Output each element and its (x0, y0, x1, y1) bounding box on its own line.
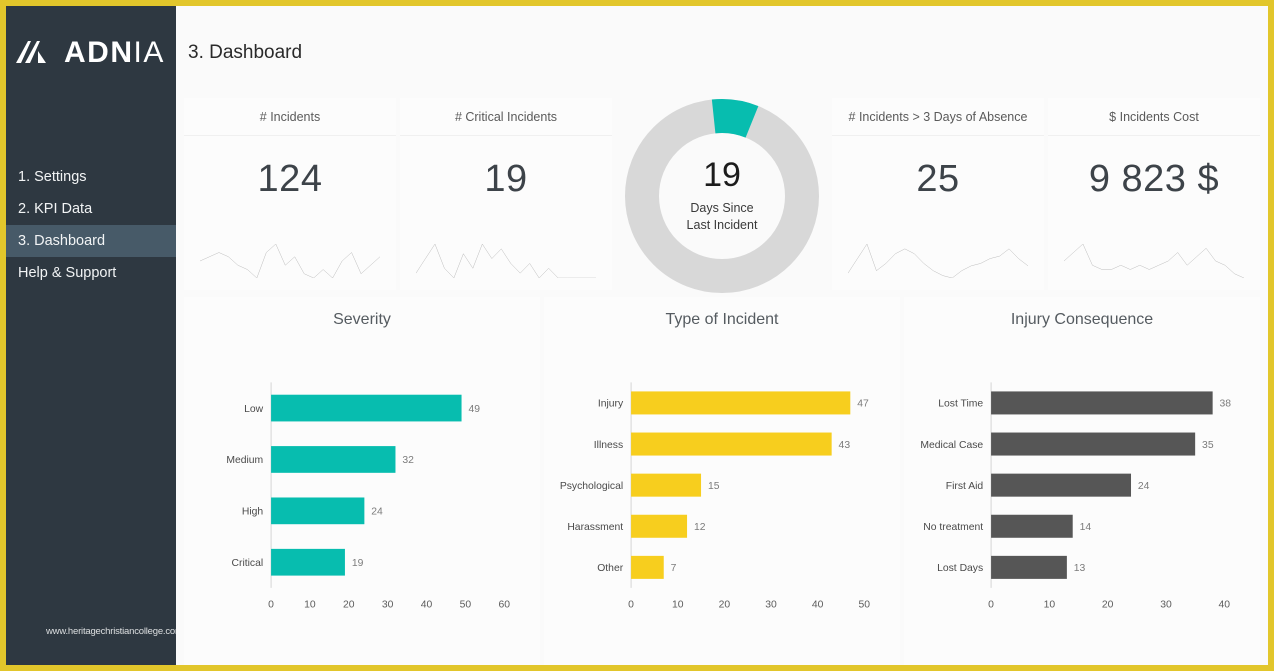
kpi-title: # Incidents (184, 98, 396, 136)
svg-text:10: 10 (1044, 600, 1056, 611)
sidebar: ADNIA 1. Settings 2. KPI Data 3. Dashboa… (6, 6, 176, 665)
chart-card-severity: Severity Low 49 Medium 32 High 24 Critical 19 0 1… (184, 297, 540, 665)
svg-text:0: 0 (988, 600, 994, 611)
kpi-value: 25 (832, 136, 1044, 201)
svg-text:35: 35 (1202, 440, 1214, 451)
svg-text:30: 30 (1160, 600, 1172, 611)
svg-text:Other: Other (597, 563, 623, 574)
svg-text:43: 43 (839, 440, 851, 451)
svg-text:30: 30 (765, 600, 777, 611)
kpi-sparkline (400, 244, 612, 290)
svg-text:40: 40 (1219, 600, 1231, 611)
kpi-title: $ Incidents Cost (1048, 98, 1260, 136)
brand-logo: ADNIA (6, 6, 176, 76)
kpi-sparkline (832, 244, 1044, 290)
svg-text:Injury: Injury (598, 399, 624, 410)
svg-text:Illness: Illness (594, 440, 623, 451)
svg-text:7: 7 (671, 563, 677, 574)
kpi-row: # Incidents 124 # Critical Incidents 19 … (176, 98, 1268, 290)
svg-text:20: 20 (719, 600, 731, 611)
chart-card-type-of-incident: Type of Incident Injury 47 Illness 43 Psycho… (544, 297, 900, 665)
svg-text:19: 19 (352, 558, 364, 569)
kpi-card-incidents-cost: $ Incidents Cost 9 823 $ (1048, 98, 1260, 290)
svg-text:Psychological: Psychological (560, 481, 623, 492)
svg-text:Critical: Critical (232, 558, 264, 569)
kpi-value: 124 (184, 136, 396, 201)
chart-title: Type of Incident (554, 311, 890, 329)
sidebar-nav: 1. Settings 2. KPI Data 3. Dashboard Hel… (6, 161, 176, 289)
svg-text:20: 20 (343, 600, 355, 611)
kpi-title: # Incidents > 3 Days of Absence (832, 98, 1044, 136)
svg-text:38: 38 (1220, 399, 1232, 410)
svg-text:Medical Case: Medical Case (920, 440, 983, 451)
chart-title: Injury Consequence (914, 311, 1250, 329)
svg-text:24: 24 (1138, 481, 1150, 492)
brand-name: ADNIA (64, 38, 165, 68)
kpi-card-critical-incidents: # Critical Incidents 19 (400, 98, 612, 290)
svg-text:15: 15 (708, 481, 720, 492)
svg-text:20: 20 (1102, 600, 1114, 611)
svg-text:50: 50 (859, 600, 871, 611)
sidebar-item-help-support[interactable]: Help & Support (6, 257, 176, 289)
chart-plot-area: Injury 47 Illness 43 Psychological 15 Harassme… (554, 339, 890, 657)
svg-text:Lost Time: Lost Time (938, 399, 983, 410)
main-content: 3. Dashboard # Incidents 124 # Critical … (176, 6, 1268, 665)
sidebar-item-kpi-data[interactable]: 2. KPI Data (6, 193, 176, 225)
brand-name-bold: ADN (64, 36, 134, 69)
svg-text:Medium: Medium (226, 455, 263, 466)
svg-text:40: 40 (421, 600, 433, 611)
watermark-text: www.heritagechristiancollege.com (46, 626, 183, 637)
svg-text:40: 40 (812, 600, 824, 611)
dashboard-window: ADNIA 1. Settings 2. KPI Data 3. Dashboa… (0, 0, 1274, 671)
kpi-card-days-since-last-incident: 19 Days Since Last Incident (616, 98, 828, 290)
svg-text:30: 30 (382, 600, 394, 611)
brand-name-thin: IA (134, 36, 165, 69)
svg-text:13: 13 (1074, 563, 1086, 574)
svg-text:32: 32 (402, 455, 414, 466)
kpi-card-incidents-over-3-days-absence: # Incidents > 3 Days of Absence 25 (832, 98, 1044, 290)
svg-text:No treatment: No treatment (923, 522, 983, 533)
svg-text:14: 14 (1080, 522, 1092, 533)
svg-text:47: 47 (857, 399, 869, 410)
kpi-value: 9 823 $ (1048, 136, 1260, 201)
svg-text:Harassment: Harassment (567, 522, 623, 533)
kpi-sparkline (184, 244, 396, 290)
svg-text:Lost Days: Lost Days (937, 563, 983, 574)
sidebar-item-settings[interactable]: 1. Settings (6, 161, 176, 193)
kpi-value: 19 (400, 136, 612, 201)
svg-text:10: 10 (672, 600, 684, 611)
kpi-card-incidents: # Incidents 124 (184, 98, 396, 290)
kpi-sparkline (1048, 244, 1260, 290)
chart-plot-area: Lost Time 38 Medical Case 35 First Aid 24 No t… (914, 339, 1250, 657)
svg-text:10: 10 (304, 600, 316, 611)
svg-text:12: 12 (694, 522, 706, 533)
svg-text:60: 60 (499, 600, 511, 611)
chart-row: Severity Low 49 Medium 32 High 24 Critical 19 0 1… (176, 290, 1268, 665)
days-since-gauge: 19 Days Since Last Incident (622, 96, 822, 296)
svg-text:49: 49 (468, 404, 480, 415)
svg-text:Low: Low (244, 404, 264, 415)
page-title: 3. Dashboard (176, 6, 1268, 98)
svg-text:0: 0 (628, 600, 634, 611)
adnia-logo-mark-icon (14, 37, 58, 69)
kpi-title: # Critical Incidents (400, 98, 612, 136)
svg-text:0: 0 (268, 600, 274, 611)
svg-text:High: High (242, 507, 264, 518)
chart-plot-area: Low 49 Medium 32 High 24 Critical 19 0 10 20 30 40 50… (194, 339, 530, 657)
chart-card-injury-consequence: Injury Consequence Lost Time 38 Medical Ca… (904, 297, 1260, 665)
svg-text:24: 24 (371, 507, 383, 518)
svg-text:50: 50 (460, 600, 472, 611)
chart-title: Severity (194, 311, 530, 329)
sidebar-item-dashboard[interactable]: 3. Dashboard (6, 225, 176, 257)
svg-text:First Aid: First Aid (946, 481, 984, 492)
